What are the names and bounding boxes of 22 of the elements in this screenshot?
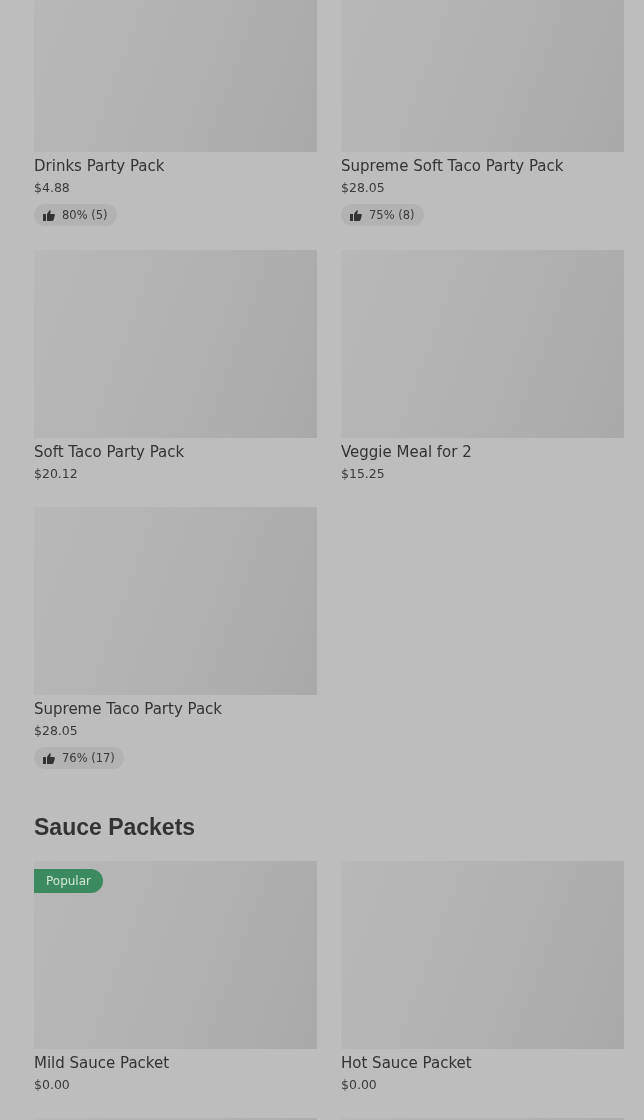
item-name[interactable]: Hot Sauce Packet [341,1053,472,1073]
thumbs-up-icon [350,209,362,221]
item-name[interactable]: Veggie Meal for 2 [341,442,472,462]
thumbs-up-icon [43,209,55,221]
item-price: $15.25 [341,465,385,483]
section-heading: Sauce Packets [34,813,197,841]
item-price: $0.00 [341,1076,377,1094]
popular-badge: Popular [34,869,103,893]
item-name[interactable]: Mild Sauce Packet [34,1053,170,1073]
item-name[interactable]: Supreme Taco Party Pack [34,699,223,719]
rating-text: 76% (17) [62,751,115,765]
item-name[interactable]: Drinks Party Pack [34,156,165,176]
rating-text: 80% (5) [62,208,108,222]
rating-text: 75% (8) [369,208,415,222]
item-price: $20.12 [34,465,78,483]
item-name[interactable]: Soft Taco Party Pack [34,442,185,462]
thumbs-up-icon [43,752,55,764]
item-price: $0.00 [34,1076,70,1094]
item-price: $28.05 [341,179,385,197]
item-price: $28.05 [34,722,78,740]
item-price: $4.88 [34,179,70,197]
item-name[interactable]: Supreme Soft Taco Party Pack [341,156,564,176]
